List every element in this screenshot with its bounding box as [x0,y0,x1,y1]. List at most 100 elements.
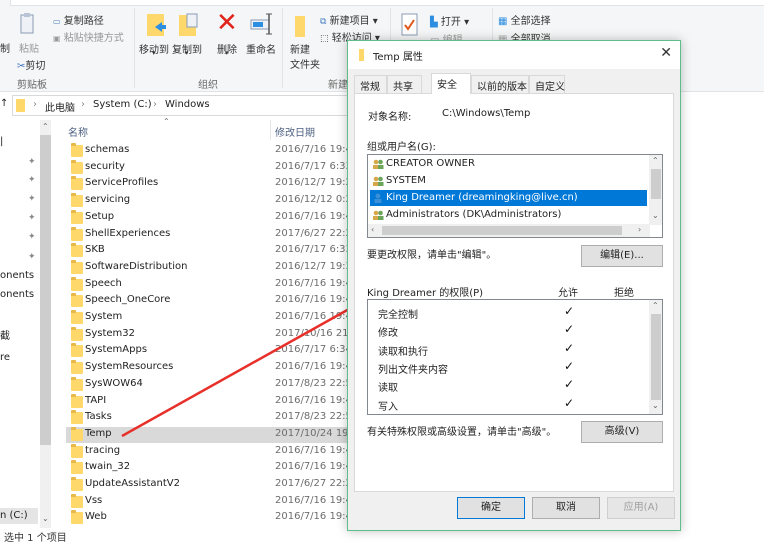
paste-shortcut-button[interactable]: ▣ 粘贴快捷方式 [53,29,124,44]
users-vscrollbar[interactable]: ⌃ ⌄ [649,155,662,225]
dialog-title-bar[interactable]: Temp 属性 ✕ [348,41,680,69]
file-row[interactable]: Speech_OneCore 2016/7/16 19:47 [66,293,356,309]
status-bar-text: 选中 1 个项目 [4,533,67,544]
nav-item[interactable]: onents [0,270,34,281]
file-row[interactable]: security 2016/7/17 6:33 [66,159,356,176]
nav-item-drive[interactable]: n (C:) [0,510,28,521]
scroll-down-icon[interactable]: ⌄ [652,211,659,220]
new-item-button[interactable]: ⧉ 新建项目 ▾ [320,12,378,27]
copy-path-button[interactable]: ▭ 复制路径 [53,12,104,27]
permissions-vscrollbar[interactable]: ⌃ ⌄ [649,300,662,414]
permission-row: 修改 ✓ [368,321,648,339]
users-vscroll-thumb[interactable] [651,169,661,199]
new-folder-button[interactable]: 新建 文件夹 [290,41,320,71]
file-name: UpdateAssistantV2 [85,478,180,489]
copy-to-dropdown-icon[interactable]: ▾ [185,49,189,57]
file-row[interactable]: ServiceProfiles 2016/12/7 19:20 [66,176,356,192]
file-name: SystemApps [85,344,148,356]
file-row[interactable]: schemas 2016/7/16 19:47 [66,143,356,159]
file-row[interactable]: TAPI 2016/7/16 19:47 [66,393,356,410]
permission-row: 完全控制 ✓ [368,303,648,321]
file-row[interactable]: Web 2016/7/16 19:47 [66,510,356,526]
file-row[interactable]: Speech 2016/7/16 19:47 [66,276,356,293]
file-row[interactable]: SoftwareDistribution 2016/12/7 19:37 [66,259,356,276]
scroll-up-icon[interactable]: ⌃ [42,122,49,131]
file-row[interactable]: SysWOW64 2017/8/23 22:55 [66,376,356,393]
file-row[interactable]: System 2016/7/16 19:47 [66,310,356,326]
tab-sharing[interactable]: 共享 [387,75,422,93]
paste-button[interactable]: 粘贴 [19,40,39,55]
file-row[interactable]: SystemResources 2016/7/16 19:47 [66,360,356,376]
tab-customize[interactable]: 自定义 [529,75,565,93]
file-row[interactable]: twain_32 2016/7/16 19:47 [66,460,356,476]
scroll-left-icon[interactable]: ‹ [371,225,374,234]
breadcrumb-separator: › [153,99,157,110]
scroll-down-icon[interactable]: ⌄ [42,514,49,523]
file-row[interactable]: SKB 2016/7/17 6:33 [66,243,356,259]
user-list-item[interactable]: SYSTEM [370,173,647,189]
nav-item-partial[interactable]: | [0,136,3,147]
permissions-vscroll-thumb[interactable] [651,314,661,400]
permission-name: 读取和执行 [378,346,428,358]
file-row[interactable]: Temp 2017/10/24 19:5 [66,426,356,443]
ok-button[interactable]: 确定 [457,497,525,519]
file-row[interactable]: UpdateAssistantV2 2017/6/27 22:25 [66,477,356,493]
user-list-item[interactable]: CREATOR OWNER [370,156,647,172]
permission-row: 读取和执行 ✓ [368,340,648,358]
apply-button[interactable]: 应用(A) [607,497,675,519]
file-row[interactable]: Setup 2016/7/16 19:49 [66,209,356,226]
file-row[interactable]: System32 2017/10/16 21:1 [66,326,356,343]
users-hscroll-thumb[interactable] [382,226,622,235]
copy-button-partial[interactable]: 制 [0,40,10,55]
user-list-item[interactable]: King Dreamer (dreamingking@live.cn) [370,190,647,206]
file-name: Temp [85,427,112,439]
nav-item[interactable]: re [0,352,10,363]
scroll-up-icon[interactable]: ⌃ [652,156,659,165]
allow-check-icon: ✓ [564,304,575,318]
easy-access-icon: ⬚ [320,34,329,44]
nav-item[interactable]: onents [0,289,34,300]
move-to-dropdown-icon[interactable]: ▾ [152,49,156,57]
tab-previous-versions[interactable]: 以前的版本 [471,75,529,93]
close-icon[interactable]: ✕ [660,45,672,61]
file-row[interactable]: Vss 2016/7/16 19:47 [66,493,356,510]
users-hscrollbar[interactable]: ‹ › [368,224,650,237]
new-folder-label-2: 文件夹 [290,60,320,71]
select-all-icon: ▦ [498,16,508,27]
file-row[interactable]: ShellExperiences 2017/6/27 22:25 [66,226,356,243]
delete-dropdown-icon[interactable]: ▾ [225,49,229,57]
tab-general[interactable]: 常规 [354,75,387,93]
column-header-name[interactable]: 名称 [68,124,88,139]
file-name: SystemResources [85,361,174,373]
scroll-right-icon[interactable]: › [638,225,641,234]
nav-scrollbar-thumb[interactable] [40,135,51,445]
file-row[interactable]: Tasks 2017/8/23 22:51 [66,410,356,426]
user-list-item[interactable]: Administrators (DK\Administrators) [370,207,647,223]
rename-button[interactable]: 重命名 [246,41,276,56]
edit-button[interactable]: 编辑(E)... [581,245,663,267]
address-bar[interactable]: › 此电脑 › System (C:) › Windows [12,95,352,116]
cancel-button[interactable]: 取消 [532,497,600,519]
advanced-button[interactable]: 高级(V) [581,421,663,443]
file-date: 2016/7/16 19:47 [275,311,355,322]
scroll-up-icon[interactable]: ⌃ [652,301,659,310]
cut-button[interactable]: ✂剪切 [17,57,45,72]
scroll-down-icon[interactable]: ⌄ [652,401,659,410]
breadcrumb-this-pc[interactable]: 此电脑 [45,99,75,114]
up-button[interactable]: ↑ [0,98,8,109]
file-date: 2016/7/16 19:47 [275,494,355,506]
file-name: SKB [85,244,105,256]
nav-item[interactable]: 截 [0,327,10,342]
select-all-button[interactable]: ▦ 全部选择 [498,12,551,27]
breadcrumb-system-c[interactable]: System (C:) [93,99,152,110]
file-row[interactable]: servicing 2016/12/12 0:29 [66,193,356,209]
column-header-modified[interactable]: 修改日期 [275,124,315,139]
users-listbox[interactable]: CREATOR OWNER SYSTEM King Dreamer (dreamin… [367,154,663,238]
file-row[interactable]: tracing 2016/7/16 19:47 [66,443,356,460]
file-row[interactable]: SystemApps 2016/7/17 6:34 [66,343,356,359]
tab-security[interactable]: 安全 [431,73,471,94]
open-button[interactable]: ▙ 打开 ▾ [430,13,469,28]
folder-icon [71,293,83,308]
file-date: 2016/7/17 6:33 [275,244,352,256]
breadcrumb-windows[interactable]: Windows [165,99,210,110]
